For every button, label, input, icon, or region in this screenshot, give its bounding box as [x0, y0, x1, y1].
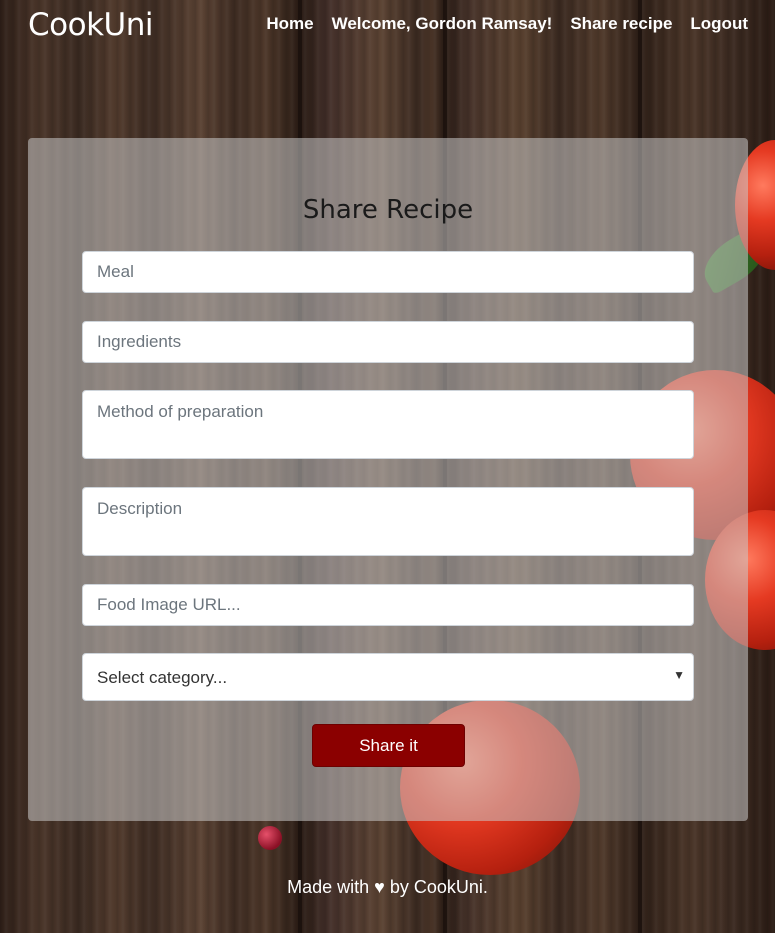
nav-share-recipe-link[interactable]: Share recipe: [570, 14, 672, 34]
top-navbar: CookUni Home Welcome, Gordon Ramsay! Sha…: [0, 0, 775, 52]
footer-text-after: by CookUni.: [389, 877, 488, 897]
dropdown-arrow-icon: ▼: [673, 668, 685, 682]
footer-text-before: Made with: [287, 877, 370, 897]
method-of-preparation-textarea[interactable]: [82, 390, 694, 459]
ingredients-input[interactable]: [82, 321, 694, 363]
food-image-url-input[interactable]: [82, 584, 694, 626]
nav-home-link[interactable]: Home: [266, 14, 313, 34]
nav-welcome-user-link[interactable]: Welcome, Gordon Ramsay!: [332, 14, 553, 34]
footer: Made with ♥ by CookUni.: [0, 877, 775, 898]
berry-image: [258, 826, 282, 850]
nav-links: Home Welcome, Gordon Ramsay! Share recip…: [266, 14, 748, 34]
form-title: Share Recipe: [302, 195, 474, 225]
share-it-button[interactable]: Share it: [312, 724, 465, 767]
description-textarea[interactable]: [82, 487, 694, 556]
category-select[interactable]: Select category... ▼: [82, 653, 694, 701]
nav-logout-link[interactable]: Logout: [690, 14, 748, 34]
category-select-value: Select category...: [97, 668, 228, 687]
brand-logo[interactable]: CookUni: [28, 7, 153, 43]
meal-input[interactable]: [82, 251, 694, 293]
heart-icon: ♥: [374, 877, 385, 897]
share-recipe-card: Share Recipe Select category... ▼ Share …: [28, 138, 748, 821]
